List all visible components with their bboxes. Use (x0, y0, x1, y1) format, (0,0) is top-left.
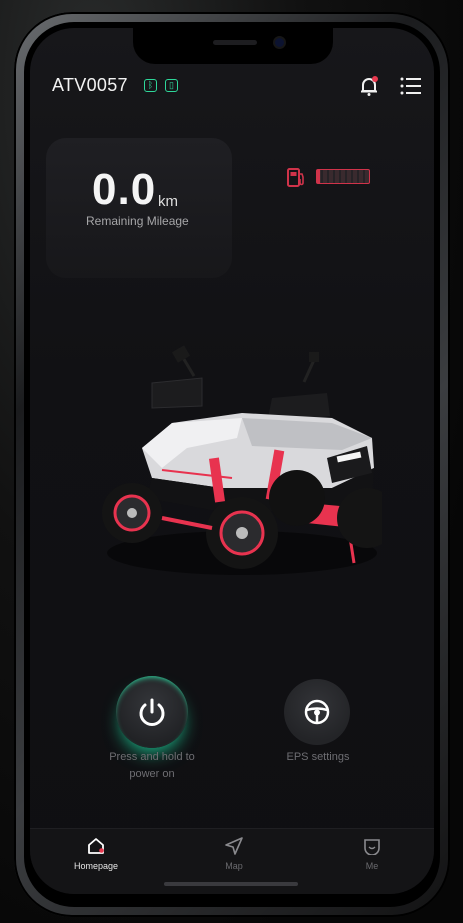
fuel-level-bar (316, 169, 370, 184)
tab-map-label: Map (225, 861, 243, 871)
home-indicator (164, 882, 298, 886)
tab-homepage[interactable]: Homepage (56, 837, 136, 871)
home-icon (88, 838, 104, 854)
eps-settings-label: EPS settings (286, 751, 350, 763)
steering-wheel-icon (304, 699, 330, 725)
menu-list-icon[interactable] (400, 76, 422, 96)
device-title: ATV0057 (52, 75, 128, 95)
mileage-label: Remaining Mileage (86, 214, 189, 228)
fuel-level-fill (317, 170, 320, 183)
tab-me[interactable]: Me (332, 837, 412, 871)
earpiece-speaker (213, 40, 257, 45)
fuel-pump-icon (287, 168, 304, 187)
tab-map[interactable]: Map (194, 837, 274, 871)
mileage-unit: km (158, 193, 178, 210)
bluetooth-icon: ᛒ (144, 79, 157, 92)
profile-face-icon (364, 839, 380, 855)
tab-me-label: Me (365, 861, 379, 871)
sim-signal-icon: ▯ (165, 79, 178, 92)
front-camera (275, 38, 284, 47)
mileage-value: 0.0 (92, 165, 157, 214)
power-icon (139, 698, 165, 726)
notch (133, 28, 333, 64)
bell-icon[interactable] (358, 75, 380, 97)
tab-homepage-label: Homepage (73, 861, 119, 871)
app-screen: ATV0057 ᛒ ▯ 0.0 km Remaining Mileage Pre… (30, 28, 434, 894)
atv-vehicle-image (102, 345, 382, 575)
navigation-arrow-icon (225, 837, 243, 855)
power-button-label: Press and hold to power on (109, 751, 195, 780)
eps-settings-button[interactable] (284, 679, 350, 745)
power-button[interactable] (116, 676, 188, 748)
